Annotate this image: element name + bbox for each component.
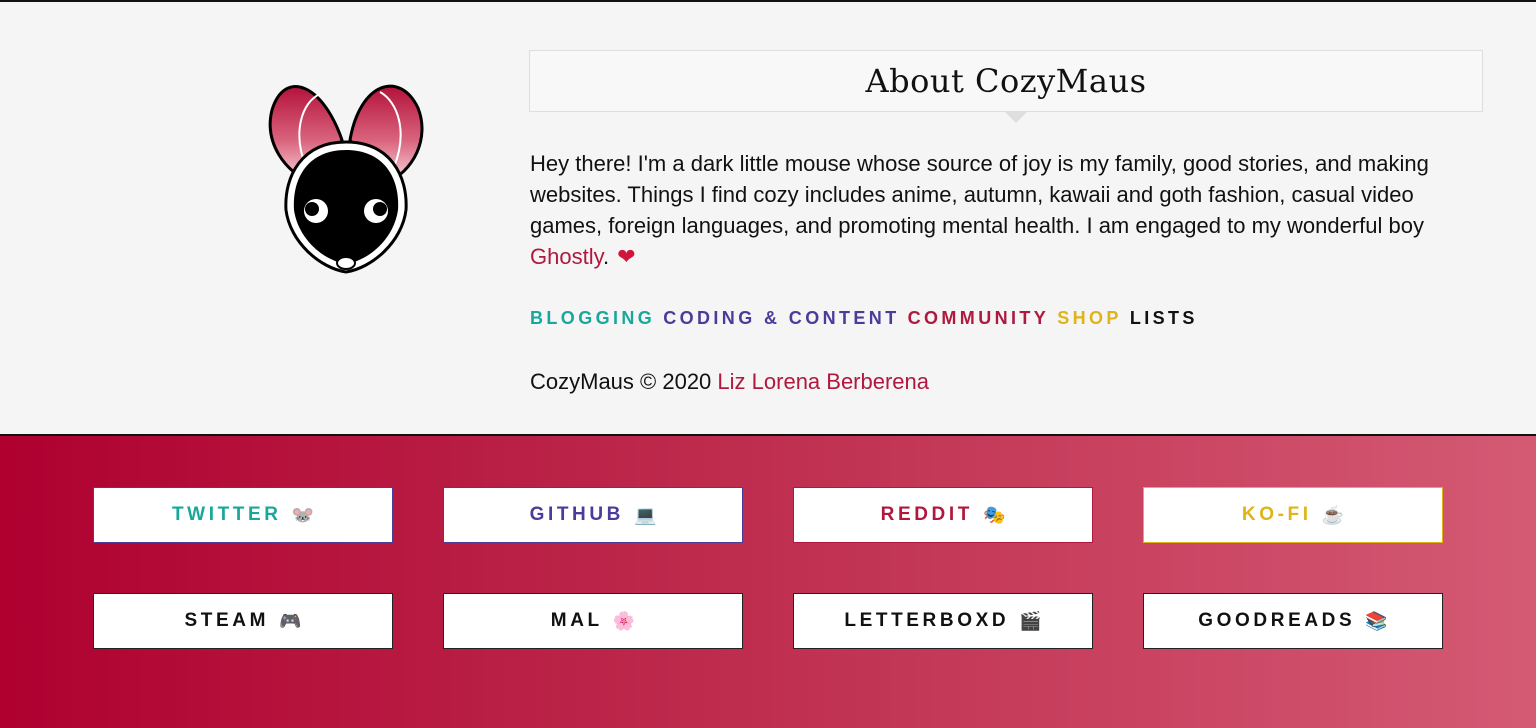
twitter-button[interactable]: TWITTER 🐭 (93, 487, 393, 543)
category-coding-content[interactable]: CODING & CONTENT (663, 308, 899, 329)
mal-button[interactable]: MAL 🌸 (443, 593, 743, 649)
category-lists[interactable]: LISTS (1130, 308, 1198, 329)
goodreads-button[interactable]: GOODREADS 📚 (1143, 593, 1443, 649)
social-links-section: TWITTER 🐭 GITHUB 💻 REDDIT 🎭 KO-FI ☕ STEA… (0, 436, 1536, 728)
heart-icon: ❤ (617, 244, 636, 269)
books-icon: 📚 (1365, 610, 1388, 631)
author-link[interactable]: Liz Lorena Berberena (717, 369, 929, 394)
ghostly-link[interactable]: Ghostly (530, 244, 603, 269)
clapperboard-icon: 🎬 (1019, 610, 1042, 631)
mouse-icon: 🐭 (291, 504, 315, 525)
twitter-label: TWITTER (171, 504, 282, 525)
reddit-button[interactable]: REDDIT 🎭 (793, 487, 1093, 543)
letterboxd-button[interactable]: LETTERBOXD 🎬 (793, 593, 1093, 649)
github-label: GITHUB (529, 504, 624, 525)
kofi-button[interactable]: KO-FI ☕ (1143, 487, 1443, 543)
cherry-blossom-icon: 🌸 (612, 610, 636, 631)
category-shop[interactable]: SHOP (1057, 308, 1122, 329)
kofi-label: KO-FI (1241, 504, 1312, 525)
reddit-label: REDDIT (880, 504, 973, 525)
gamepad-icon: 🎮 (279, 610, 302, 631)
title-notch (1005, 112, 1027, 123)
mal-label: MAL (550, 610, 603, 631)
category-community[interactable]: COMMUNITY (908, 308, 1050, 329)
steam-button[interactable]: STEAM 🎮 (93, 593, 393, 649)
category-blogging[interactable]: BLOGGING (530, 308, 655, 329)
bio-text: Hey there! I'm a dark little mouse whose… (530, 151, 1429, 238)
bio-end: . (602, 244, 610, 269)
about-title-box: About CozyMaus (529, 50, 1483, 112)
coffee-icon: ☕ (1321, 504, 1345, 525)
steam-label: STEAM (184, 610, 270, 631)
theater-masks-icon: 🎭 (982, 504, 1006, 525)
goodreads-label: GOODREADS (1198, 610, 1356, 631)
cozymaus-mouse-logo (268, 84, 424, 274)
letterboxd-label: LETTERBOXD (844, 610, 1010, 631)
credit-text: CozyMaus © 2020 (530, 369, 718, 394)
about-section: About CozyMaus Hey there! I'm a dark lit… (0, 2, 1536, 435)
about-title: About CozyMaus (865, 62, 1147, 100)
github-button[interactable]: GITHUB 💻 (443, 487, 743, 543)
copyright-credit: CozyMaus © 2020 Liz Lorena Berberena (530, 369, 929, 395)
about-bio: Hey there! I'm a dark little mouse whose… (530, 148, 1470, 272)
laptop-icon: 💻 (634, 504, 657, 525)
category-nav: BLOGGING CODING & CONTENT COMMUNITY SHOP… (530, 308, 1198, 329)
